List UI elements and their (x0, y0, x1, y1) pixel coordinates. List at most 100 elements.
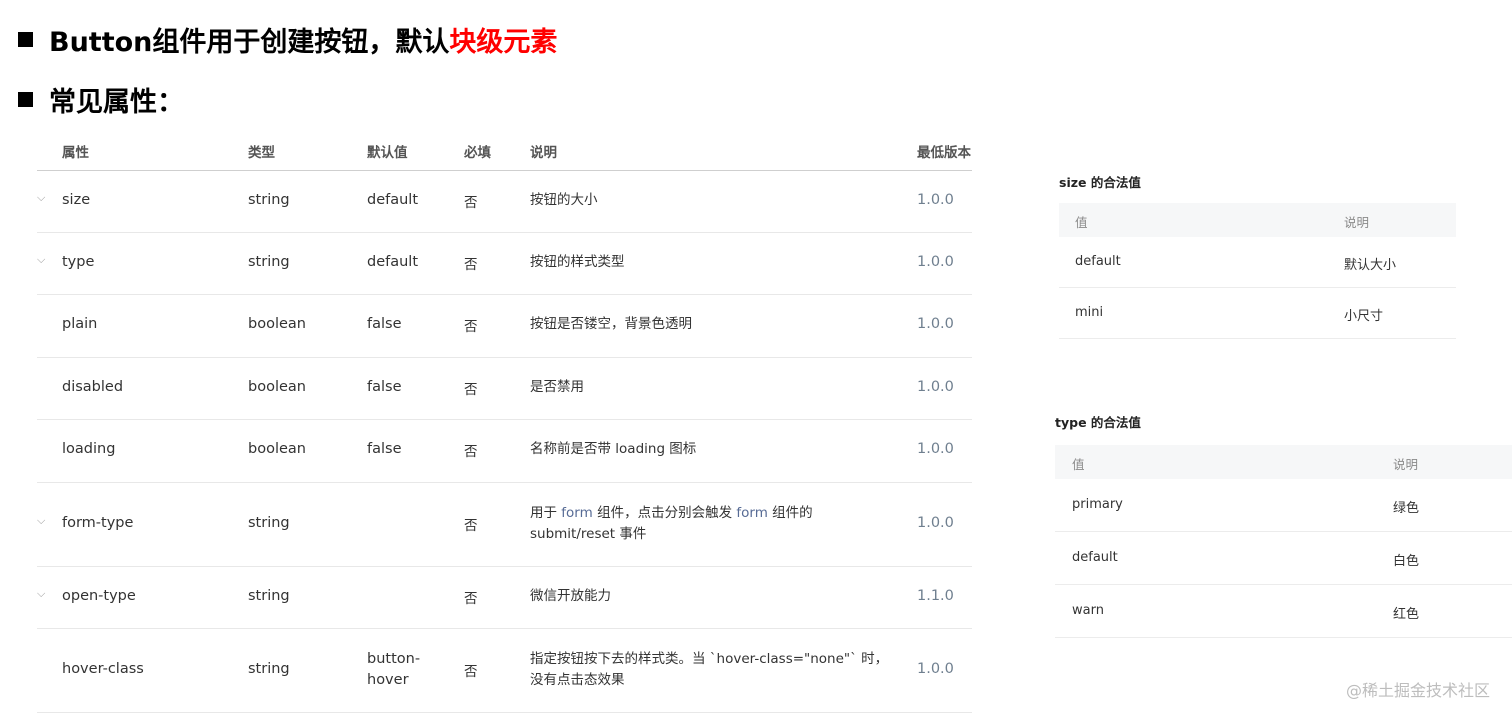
attr-type: string (248, 254, 290, 270)
type-values-table: 值 说明 primary 绿色 default 白色 warn 红色 (1055, 445, 1512, 638)
heading-common-attributes: 常见属性： (18, 80, 184, 119)
attr-description: 按钮的大小 (530, 192, 598, 208)
table-row: mini 小尺寸 (1059, 288, 1456, 339)
table-row: disabled boolean false 否 是否禁用 1.0.0 (37, 358, 972, 420)
attr-version: 1.0.0 (917, 661, 954, 677)
attr-type: boolean (248, 316, 306, 332)
attr-default: false (367, 441, 402, 457)
watermark: @稀土掘金技术社区 (1345, 681, 1490, 700)
table-header: 值 说明 (1059, 203, 1456, 237)
attr-type: string (248, 515, 290, 531)
attr-type: string (248, 661, 290, 677)
size-values-table: 值 说明 default 默认大小 mini 小尺寸 (1059, 203, 1456, 339)
form-component-link[interactable]: form (561, 505, 592, 521)
type-table-title: type 的合法值 (1055, 415, 1141, 430)
col-header-description: 说明 (1344, 215, 1370, 230)
attr-type: string (248, 588, 290, 604)
attr-description: 是否禁用 (530, 379, 584, 395)
attr-version: 1.0.0 (917, 316, 954, 332)
value-cell: default (1072, 550, 1118, 565)
table-row: default 白色 (1055, 532, 1512, 585)
default-line: hover (367, 672, 409, 688)
table-row[interactable]: ⌵ form-type string 否 用于 form 组件，点击分别会触发 … (37, 483, 972, 567)
attr-required: 否 (464, 444, 478, 460)
desc-text: 用于 (530, 505, 562, 521)
size-table-title: size 的合法值 (1059, 175, 1141, 190)
attr-description: 微信开放能力 (530, 588, 611, 604)
attr-required: 否 (464, 195, 478, 211)
attr-version: 1.0.0 (917, 192, 954, 208)
desc-cell: 白色 (1393, 554, 1420, 569)
table-row: warn 红色 (1055, 585, 1512, 638)
attr-description: 名称前是否带 loading 图标 (530, 441, 697, 457)
attr-version: 1.0.0 (917, 254, 954, 270)
value-cell: primary (1072, 497, 1123, 512)
square-bullet-icon (18, 32, 33, 47)
desc-text: 组件，点击分别会触发 (592, 505, 737, 521)
attributes-table: 属性 类型 默认值 必填 说明 最低版本 ⌵ size string defau… (37, 128, 972, 713)
table-row: primary 绿色 (1055, 479, 1512, 532)
attr-required: 否 (464, 257, 478, 273)
table-row: default 默认大小 (1059, 237, 1456, 288)
col-header-value: 值 (1075, 215, 1088, 230)
col-header-description: 说明 (1393, 457, 1419, 472)
table-row: loading boolean false 否 名称前是否带 loading 图… (37, 420, 972, 483)
table-header: 值 说明 (1055, 445, 1512, 479)
attr-default: false (367, 316, 402, 332)
attr-default: button-hover (367, 649, 420, 691)
attr-description: 指定按钮按下去的样式类。当 `hover-class="none"` 时， 没有点… (530, 649, 930, 691)
chevron-down-icon[interactable]: ⌵ (37, 587, 45, 601)
chevron-down-icon[interactable]: ⌵ (37, 253, 45, 267)
attr-type: boolean (248, 441, 306, 457)
col-header-type: 类型 (248, 145, 275, 161)
heading-text: Button组件用于创建按钮，默认 (49, 27, 450, 58)
heading-highlight: 块级元素 (449, 27, 558, 58)
attr-required: 否 (464, 591, 478, 607)
attr-description: 用于 form 组件，点击分别会触发 form 组件的 submit/reset … (530, 503, 890, 545)
desc-line: 指定按钮按下去的样式类。当 `hover-class="none"` 时， (530, 651, 889, 667)
desc-text: 组件的 (767, 505, 813, 521)
attr-name: plain (62, 316, 98, 332)
attr-required: 否 (464, 382, 478, 398)
attr-required: 否 (464, 518, 478, 534)
desc-cell: 小尺寸 (1344, 309, 1384, 324)
desc-cell: 默认大小 (1344, 258, 1397, 273)
attr-name: hover-class (62, 661, 144, 677)
attr-type: boolean (248, 379, 306, 395)
attr-version: 1.1.0 (917, 588, 954, 604)
attr-required: 否 (464, 664, 478, 680)
col-header-value: 值 (1072, 457, 1085, 472)
desc-line: 没有点击态效果 (530, 672, 625, 688)
attr-version: 1.0.0 (917, 441, 954, 457)
form-component-link[interactable]: form (736, 505, 767, 521)
value-cell: warn (1072, 603, 1104, 618)
attr-default: false (367, 379, 402, 395)
table-row: plain boolean false 否 按钮是否镂空，背景色透明 1.0.0 (37, 295, 972, 358)
attr-default: default (367, 192, 419, 208)
table-row[interactable]: ⌵ open-type string 否 微信开放能力 1.1.0 (37, 567, 972, 629)
col-header-min-version: 最低版本 (917, 145, 971, 161)
attr-type: string (248, 192, 290, 208)
table-row[interactable]: ⌵ type string default 否 按钮的样式类型 1.0.0 (37, 233, 972, 295)
col-header-default: 默认值 (367, 145, 408, 161)
col-header-attribute: 属性 (62, 145, 89, 161)
attr-version: 1.0.0 (917, 379, 954, 395)
attr-required: 否 (464, 319, 478, 335)
chevron-down-icon[interactable]: ⌵ (37, 514, 45, 528)
table-row[interactable]: ⌵ size string default 否 按钮的大小 1.0.0 (37, 171, 972, 233)
desc-text: submit/reset 事件 (530, 526, 647, 542)
attr-name: loading (62, 441, 116, 457)
desc-cell: 绿色 (1393, 501, 1420, 516)
heading-text: 常见属性： (49, 87, 184, 118)
attr-description: 按钮的样式类型 (530, 254, 625, 270)
attr-name: form-type (62, 515, 134, 531)
attr-description: 按钮是否镂空，背景色透明 (530, 316, 692, 332)
default-line: button- (367, 651, 421, 667)
desc-cell: 红色 (1393, 607, 1420, 622)
chevron-down-icon[interactable]: ⌵ (37, 191, 45, 205)
attr-name: size (62, 192, 91, 208)
attr-default: default (367, 254, 419, 270)
value-cell: mini (1075, 305, 1104, 320)
attr-name: disabled (62, 379, 124, 395)
attr-name: open-type (62, 588, 136, 604)
